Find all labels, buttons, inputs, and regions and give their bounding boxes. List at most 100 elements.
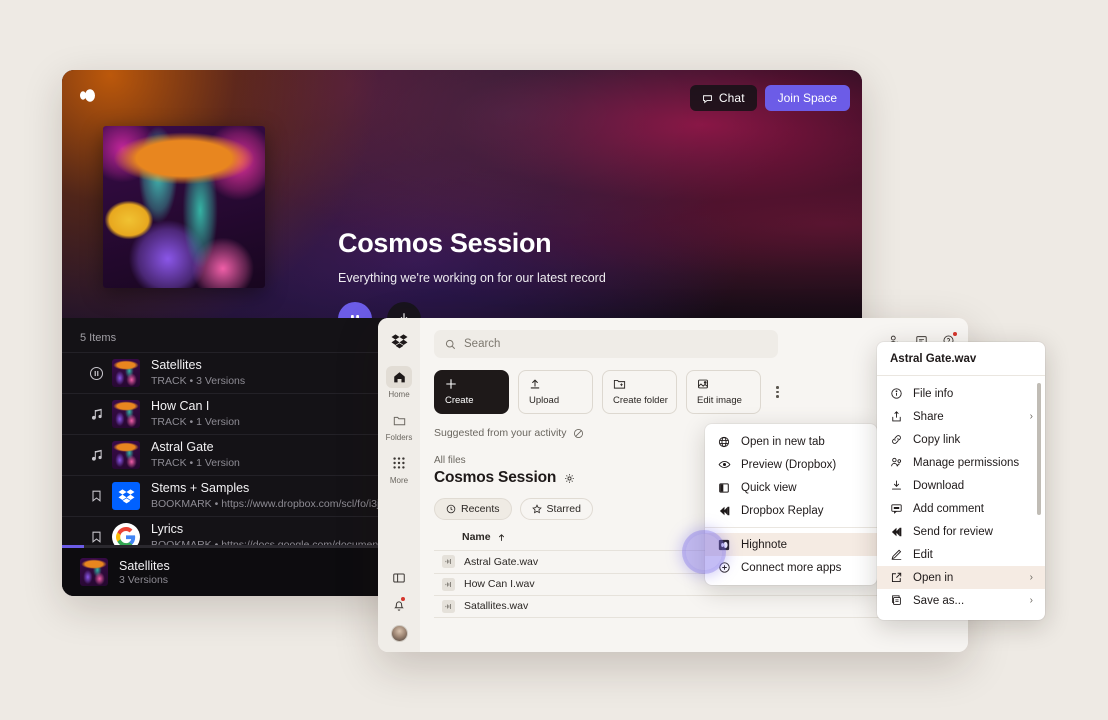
chat-button-label: Chat [718,91,745,105]
menu-separator [705,527,877,528]
menu-item-file-info[interactable]: File info [877,382,1045,405]
dropbox-sidebar: Home Folders More [378,318,420,652]
pencil-icon [889,548,903,561]
click-highlight [686,534,722,570]
bell-icon[interactable] [392,597,406,612]
comment-icon [889,502,903,515]
search-input[interactable]: Search [434,330,778,358]
create-button[interactable]: Create [434,370,509,414]
menu-item-label: File info [913,387,954,400]
highnote-logo-icon[interactable] [79,88,97,103]
sidebar-item-label: Home [388,390,410,399]
list-item-title: Stems + Samples [151,481,250,495]
menu-item-edit[interactable]: Edit [877,543,1045,566]
menu-item-manage-permissions[interactable]: Manage permissions [877,451,1045,474]
list-item-text: Stems + Samples BOOKMARK • https://www.d… [151,481,391,511]
quick-view-icon [717,482,731,494]
kebab-menu-icon[interactable] [776,386,779,398]
menu-item-open-in[interactable]: Open in › [877,566,1045,589]
sidebar-panel-icon[interactable] [392,571,406,585]
file-name: Astral Gate.wav [464,555,539,568]
menu-item-connect-more-apps[interactable]: Connect more apps [705,556,877,579]
menu-item-label: Share [913,410,944,423]
search-placeholder: Search [464,338,501,350]
star-icon [531,504,542,514]
sidebar-item-folders[interactable]: Folders [384,409,414,442]
menu-item-copy-link[interactable]: Copy link [877,428,1045,451]
sidebar-item-home[interactable]: Home [384,366,414,399]
chip-recents-label: Recents [461,503,500,515]
menu-item-label: Connect more apps [741,561,842,574]
clock-icon [446,504,456,514]
save-as-icon [889,594,903,607]
menu-item-send-for-review[interactable]: Send for review [877,520,1045,543]
avatar[interactable] [390,625,408,642]
sidebar-item-label: Folders [385,433,413,442]
pause-circle-icon[interactable] [80,366,112,381]
dropbox-action-bar: Create Upload Create folder Edit image [434,370,954,414]
edit-image-button[interactable]: Edit image [686,370,761,414]
track-thumbnail [112,441,140,469]
chevron-right-icon: › [1029,411,1033,422]
download-button[interactable] [387,302,421,318]
menu-item-share[interactable]: Share › [877,405,1045,428]
menu-item-save-as[interactable]: Save as... › [877,589,1045,612]
track-thumbnail [112,400,140,428]
info-icon [889,387,903,400]
context-menu-title: Astral Gate.wav [877,342,1045,376]
chip-starred[interactable]: Starred [519,498,593,520]
folder-icon [386,409,412,431]
menu-item-preview-dropbox[interactable]: Preview (Dropbox) [705,453,877,476]
list-item-title: How Can I [151,399,210,413]
list-item-title: Satellites [151,358,202,372]
upload-button[interactable]: Upload [518,370,593,414]
upload-button-label: Upload [529,395,560,406]
menu-item-highnote[interactable]: Highnote [705,533,877,556]
list-item-title: Lyrics [151,522,184,536]
menu-item-open-in-new-tab[interactable]: Open in new tab [705,430,877,453]
menu-item-quick-view[interactable]: Quick view [705,476,877,499]
join-space-button[interactable]: Join Space [764,85,850,111]
screen: Chat Join Space Cosmos Session Everythin… [0,0,1108,720]
link-icon [889,433,903,446]
list-item-meta: TRACK • 1 Version [151,416,240,428]
chat-button[interactable]: Chat [689,85,757,111]
menu-item-label: Save as... [913,594,965,607]
bookmark-icon [80,489,112,503]
menu-item-add-comment[interactable]: Add comment [877,497,1045,520]
notification-badge [401,597,405,601]
pause-button[interactable] [338,302,372,318]
image-edit-icon [697,378,760,390]
file-name: Satallites.wav [464,600,529,613]
now-playing-title: Satellites [119,558,170,573]
menu-item-download[interactable]: Download [877,474,1045,497]
wav-file-icon [442,599,455,613]
hide-icon[interactable] [573,428,584,439]
eye-icon [717,458,731,471]
menu-item-label: Quick view [741,481,797,494]
chip-starred-label: Starred [546,503,581,515]
dropbox-logo-icon[interactable] [384,330,414,352]
sidebar-item-more[interactable]: More [384,452,414,485]
menu-item-label: Highnote [741,538,788,551]
chip-recents[interactable]: Recents [434,498,512,520]
menu-item-label: Copy link [913,433,961,446]
external-link-icon [889,571,903,584]
download-icon [889,479,903,492]
menu-item-label: Preview (Dropbox) [741,458,837,471]
search-icon [445,339,456,350]
chevron-right-icon: › [1029,572,1033,583]
create-folder-button[interactable]: Create folder [602,370,677,414]
sidebar-bottom [390,571,408,642]
menu-item-label: Dropbox Replay [741,504,824,517]
gear-icon[interactable] [564,473,575,484]
table-row[interactable]: Satallites.wav Only you [434,595,954,618]
folder-title: Cosmos Session [434,469,557,486]
share-icon [889,410,903,423]
notification-badge [953,332,957,336]
menu-item-dropbox-replay[interactable]: Dropbox Replay [705,499,877,522]
plus-circle-icon [717,561,731,574]
menu-item-label: Manage permissions [913,456,1020,469]
list-item-title: Astral Gate [151,440,214,454]
scrollbar[interactable] [1037,383,1041,515]
